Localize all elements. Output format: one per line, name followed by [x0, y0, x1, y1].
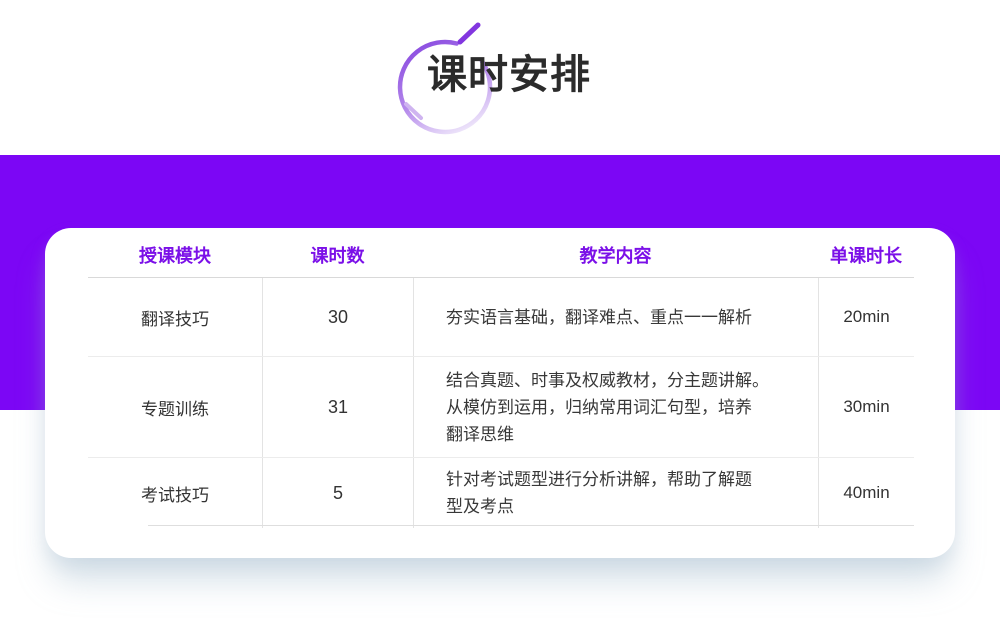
- cell-duration: 40min: [818, 458, 914, 528]
- cell-duration: 30min: [818, 357, 914, 457]
- table-header-row: 授课模块 课时数 教学内容 单课时长: [88, 228, 914, 278]
- title-section: 课时安排: [0, 0, 1000, 155]
- header-content: 教学内容: [413, 228, 818, 277]
- cell-hours: 5: [262, 458, 413, 528]
- page: 课时安排 授课模块 课时数 教学内容 单课时长 翻译技巧 30 夯实语言基础，翻…: [0, 0, 1000, 638]
- cell-duration: 20min: [818, 278, 914, 356]
- header-hours: 课时数: [262, 228, 413, 277]
- cell-content: 结合真题、时事及权威教材，分主题讲解。 从模仿到运用，归纳常用词汇句型，培养 翻…: [413, 357, 818, 457]
- table-row: 翻译技巧 30 夯实语言基础，翻译难点、重点一一解析 20min: [88, 278, 914, 357]
- table-bottom-border: [148, 525, 914, 526]
- table-row: 专题训练 31 结合真题、时事及权威教材，分主题讲解。 从模仿到运用，归纳常用词…: [88, 357, 914, 458]
- schedule-card: 授课模块 课时数 教学内容 单课时长 翻译技巧 30 夯实语言基础，翻译难点、重…: [45, 228, 955, 558]
- page-title: 课时安排: [427, 53, 591, 97]
- header-module: 授课模块: [88, 228, 262, 277]
- cell-content: 夯实语言基础，翻译难点、重点一一解析: [413, 278, 818, 356]
- cell-hours: 31: [262, 357, 413, 457]
- cell-module: 翻译技巧: [88, 278, 262, 356]
- cell-module: 专题训练: [88, 357, 262, 457]
- table-row: 考试技巧 5 针对考试题型进行分析讲解，帮助了解题 型及考点 40min: [88, 458, 914, 528]
- schedule-table: 授课模块 课时数 教学内容 单课时长 翻译技巧 30 夯实语言基础，翻译难点、重…: [88, 228, 914, 528]
- cell-content: 针对考试题型进行分析讲解，帮助了解题 型及考点: [413, 458, 818, 528]
- header-duration: 单课时长: [818, 228, 914, 277]
- cell-module: 考试技巧: [88, 458, 262, 528]
- cell-hours: 30: [262, 278, 413, 356]
